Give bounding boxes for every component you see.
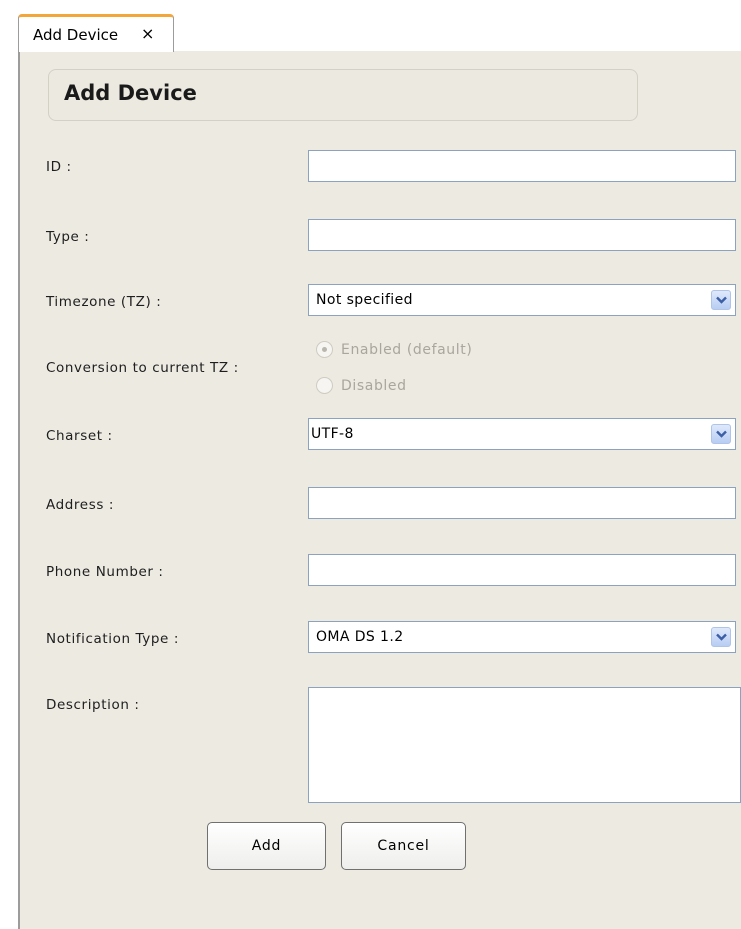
address-label: Address :	[46, 497, 115, 513]
timezone-label: Timezone (TZ) :	[46, 294, 162, 310]
radio-enabled-label: Enabled (default)	[341, 341, 473, 358]
charset-label: Charset :	[46, 428, 113, 444]
description-label: Description :	[46, 697, 140, 713]
address-input[interactable]	[308, 487, 736, 519]
phone-number-input[interactable]	[308, 554, 736, 586]
chevron-down-icon[interactable]	[711, 627, 731, 647]
tab-bar: Add Device ×	[0, 0, 741, 52]
radio-enabled-indicator[interactable]	[316, 341, 333, 358]
notification-type-selected-value: OMA DS 1.2	[316, 629, 404, 645]
charset-selected-value: UTF-8	[311, 426, 354, 442]
form-header: Add Device	[48, 69, 638, 121]
add-device-panel: Add Device ID : Type : Timezone (TZ) : N…	[18, 51, 741, 929]
radio-enabled[interactable]: Enabled (default)	[316, 341, 472, 358]
timezone-selected-value: Not specified	[316, 292, 413, 308]
tab-add-device[interactable]: Add Device ×	[18, 14, 174, 52]
add-button[interactable]: Add	[207, 822, 326, 870]
chevron-down-icon[interactable]	[711, 424, 731, 444]
phone-number-label: Phone Number :	[46, 564, 164, 580]
radio-disabled-label: Disabled	[341, 377, 407, 394]
notification-type-label: Notification Type :	[46, 631, 179, 647]
chevron-down-icon[interactable]	[711, 290, 731, 310]
radio-disabled[interactable]: Disabled	[316, 377, 407, 394]
close-icon[interactable]: ×	[141, 24, 154, 43]
page-title: Add Device	[64, 81, 197, 105]
type-label: Type :	[46, 229, 90, 245]
charset-select[interactable]: UTF-8	[308, 418, 736, 450]
id-label: ID :	[46, 159, 72, 175]
type-input[interactable]	[308, 219, 736, 251]
notification-type-select[interactable]: OMA DS 1.2	[308, 621, 736, 653]
id-input[interactable]	[308, 150, 736, 182]
conversion-label: Conversion to current TZ :	[46, 360, 239, 376]
timezone-select[interactable]: Not specified	[308, 284, 736, 316]
tab-label: Add Device	[33, 26, 119, 44]
description-textarea[interactable]	[308, 687, 741, 803]
cancel-button[interactable]: Cancel	[341, 822, 466, 870]
radio-disabled-indicator[interactable]	[316, 377, 333, 394]
